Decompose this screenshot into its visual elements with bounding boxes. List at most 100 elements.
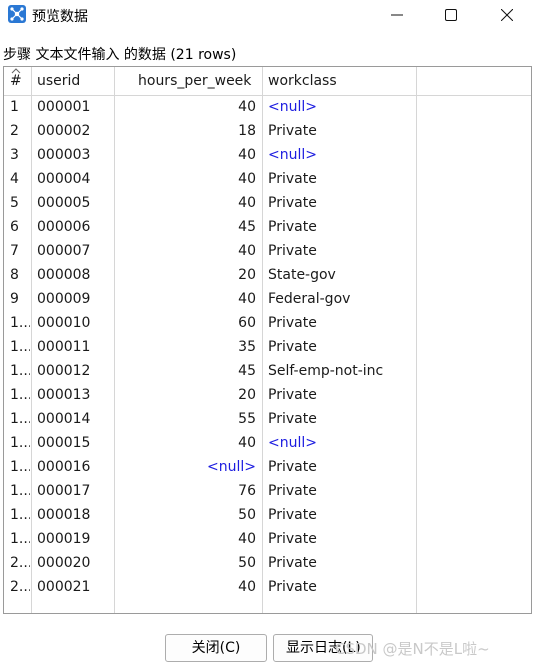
userid-cell[interactable]: 000001 xyxy=(37,95,113,119)
userid-cell[interactable]: 000014 xyxy=(37,407,113,431)
table-row[interactable]: 1... 000016<null> Private xyxy=(4,455,531,479)
close-dialog-button[interactable]: 关闭(C) xyxy=(165,634,267,662)
hours-per-week-cell[interactable]: 40 xyxy=(116,239,256,263)
workclass-cell[interactable]: Private xyxy=(268,455,414,479)
table-row[interactable]: 8 000008 20 State-gov xyxy=(4,263,531,287)
table-row[interactable]: 1... 00001540 <null> xyxy=(4,431,531,455)
workclass-cell[interactable]: Private xyxy=(268,575,414,599)
table-row[interactable]: 1... 00001060 Private xyxy=(4,311,531,335)
userid-cell[interactable]: 000004 xyxy=(37,167,113,191)
hours-per-week-cell[interactable]: 35 xyxy=(116,335,256,359)
userid-cell[interactable]: 000013 xyxy=(37,383,113,407)
column-header-userid[interactable]: userid xyxy=(37,69,80,93)
userid-cell[interactable]: 000021 xyxy=(37,575,113,599)
workclass-cell[interactable]: <null> xyxy=(268,143,414,167)
table-row[interactable]: 3 000003 40 <null> xyxy=(4,143,531,167)
workclass-cell[interactable]: State-gov xyxy=(268,263,414,287)
userid-cell[interactable]: 000019 xyxy=(37,527,113,551)
workclass-cell[interactable]: Private xyxy=(268,383,414,407)
hours-per-week-cell[interactable]: 76 xyxy=(116,479,256,503)
preview-data-table[interactable]: # userid hours_per_week workclass 1 00000… xyxy=(3,66,532,614)
table-row[interactable]: 1... 00001940 Private xyxy=(4,527,531,551)
table-row[interactable]: 1... 00001776 Private xyxy=(4,479,531,503)
hours-per-week-cell[interactable]: 40 xyxy=(116,287,256,311)
table-row[interactable]: 7 000007 40 Private xyxy=(4,239,531,263)
userid-cell[interactable]: 000017 xyxy=(37,479,113,503)
row-number-cell[interactable]: 1 xyxy=(10,95,30,119)
table-row[interactable]: 1... 00001850 Private xyxy=(4,503,531,527)
workclass-cell[interactable]: Private xyxy=(268,167,414,191)
workclass-cell[interactable]: Private xyxy=(268,191,414,215)
userid-cell[interactable]: 000007 xyxy=(37,239,113,263)
hours-per-week-cell[interactable]: 20 xyxy=(116,263,256,287)
workclass-cell[interactable]: Private xyxy=(268,551,414,575)
row-number-cell[interactable]: 1... xyxy=(10,455,30,479)
row-number-cell[interactable]: 1... xyxy=(10,407,30,431)
table-row[interactable]: 1... 00001455 Private xyxy=(4,407,531,431)
workclass-cell[interactable]: Private xyxy=(268,527,414,551)
minimize-button[interactable] xyxy=(374,0,420,30)
workclass-cell[interactable]: Private xyxy=(268,239,414,263)
row-number-cell[interactable]: 1... xyxy=(10,527,30,551)
userid-cell[interactable]: 000009 xyxy=(37,287,113,311)
hours-per-week-cell[interactable]: 50 xyxy=(116,503,256,527)
hours-per-week-cell[interactable]: 40 xyxy=(116,527,256,551)
row-number-cell[interactable]: 1... xyxy=(10,431,30,455)
workclass-cell[interactable]: <null> xyxy=(268,95,414,119)
row-number-cell[interactable]: 7 xyxy=(10,239,30,263)
userid-cell[interactable]: 000018 xyxy=(37,503,113,527)
table-row[interactable]: 4 000004 40 Private xyxy=(4,167,531,191)
workclass-cell[interactable]: Private xyxy=(268,503,414,527)
workclass-cell[interactable]: Private xyxy=(268,479,414,503)
row-number-cell[interactable]: 1... xyxy=(10,503,30,527)
column-header-hours-per-week[interactable]: hours_per_week xyxy=(138,69,251,93)
userid-cell[interactable]: 000010 xyxy=(37,311,113,335)
row-number-cell[interactable]: 2... xyxy=(10,551,30,575)
workclass-cell[interactable]: <null> xyxy=(268,431,414,455)
row-number-cell[interactable]: 9 xyxy=(10,287,30,311)
userid-cell[interactable]: 000006 xyxy=(37,215,113,239)
column-header-rownum[interactable]: # xyxy=(10,73,22,89)
hours-per-week-cell[interactable]: 18 xyxy=(116,119,256,143)
table-row[interactable]: 1... 00001320 Private xyxy=(4,383,531,407)
workclass-cell[interactable]: Private xyxy=(268,335,414,359)
userid-cell[interactable]: 000002 xyxy=(37,119,113,143)
userid-cell[interactable]: 000016 xyxy=(37,455,113,479)
userid-cell[interactable]: 000011 xyxy=(37,335,113,359)
table-row[interactable]: 1... 00001135 Private xyxy=(4,335,531,359)
table-row[interactable]: 2... 00002050 Private xyxy=(4,551,531,575)
workclass-cell[interactable]: Private xyxy=(268,215,414,239)
userid-cell[interactable]: 000012 xyxy=(37,359,113,383)
hours-per-week-cell[interactable]: 40 xyxy=(116,143,256,167)
workclass-cell[interactable]: Private xyxy=(268,311,414,335)
table-row[interactable]: 2... 00002140 Private xyxy=(4,575,531,599)
userid-cell[interactable]: 000008 xyxy=(37,263,113,287)
row-number-cell[interactable]: 1... xyxy=(10,479,30,503)
userid-cell[interactable]: 000020 xyxy=(37,551,113,575)
hours-per-week-cell[interactable]: 40 xyxy=(116,167,256,191)
row-number-cell[interactable]: 1... xyxy=(10,311,30,335)
hours-per-week-cell[interactable]: 40 xyxy=(116,431,256,455)
hours-per-week-cell[interactable]: 45 xyxy=(116,215,256,239)
close-window-button[interactable] xyxy=(484,0,530,30)
userid-cell[interactable]: 000015 xyxy=(37,431,113,455)
hours-per-week-cell[interactable]: 50 xyxy=(116,551,256,575)
row-number-cell[interactable]: 2 xyxy=(10,119,30,143)
table-row[interactable]: 9 000009 40 Federal-gov xyxy=(4,287,531,311)
hours-per-week-cell[interactable]: 55 xyxy=(116,407,256,431)
row-number-cell[interactable]: 6 xyxy=(10,215,30,239)
hours-per-week-cell[interactable]: 40 xyxy=(116,575,256,599)
table-row[interactable]: 5 000005 40 Private xyxy=(4,191,531,215)
hours-per-week-cell[interactable]: 40 xyxy=(116,95,256,119)
row-number-cell[interactable]: 4 xyxy=(10,167,30,191)
column-header-workclass[interactable]: workclass xyxy=(268,69,337,93)
userid-cell[interactable]: 000005 xyxy=(37,191,113,215)
table-row[interactable]: 1 000001 40 <null> xyxy=(4,95,531,119)
workclass-cell[interactable]: Private xyxy=(268,119,414,143)
hours-per-week-cell[interactable]: 20 xyxy=(116,383,256,407)
hours-per-week-cell[interactable]: 60 xyxy=(116,311,256,335)
row-number-cell[interactable]: 2... xyxy=(10,575,30,599)
row-number-cell[interactable]: 8 xyxy=(10,263,30,287)
row-number-cell[interactable]: 5 xyxy=(10,191,30,215)
maximize-button[interactable] xyxy=(428,0,474,30)
